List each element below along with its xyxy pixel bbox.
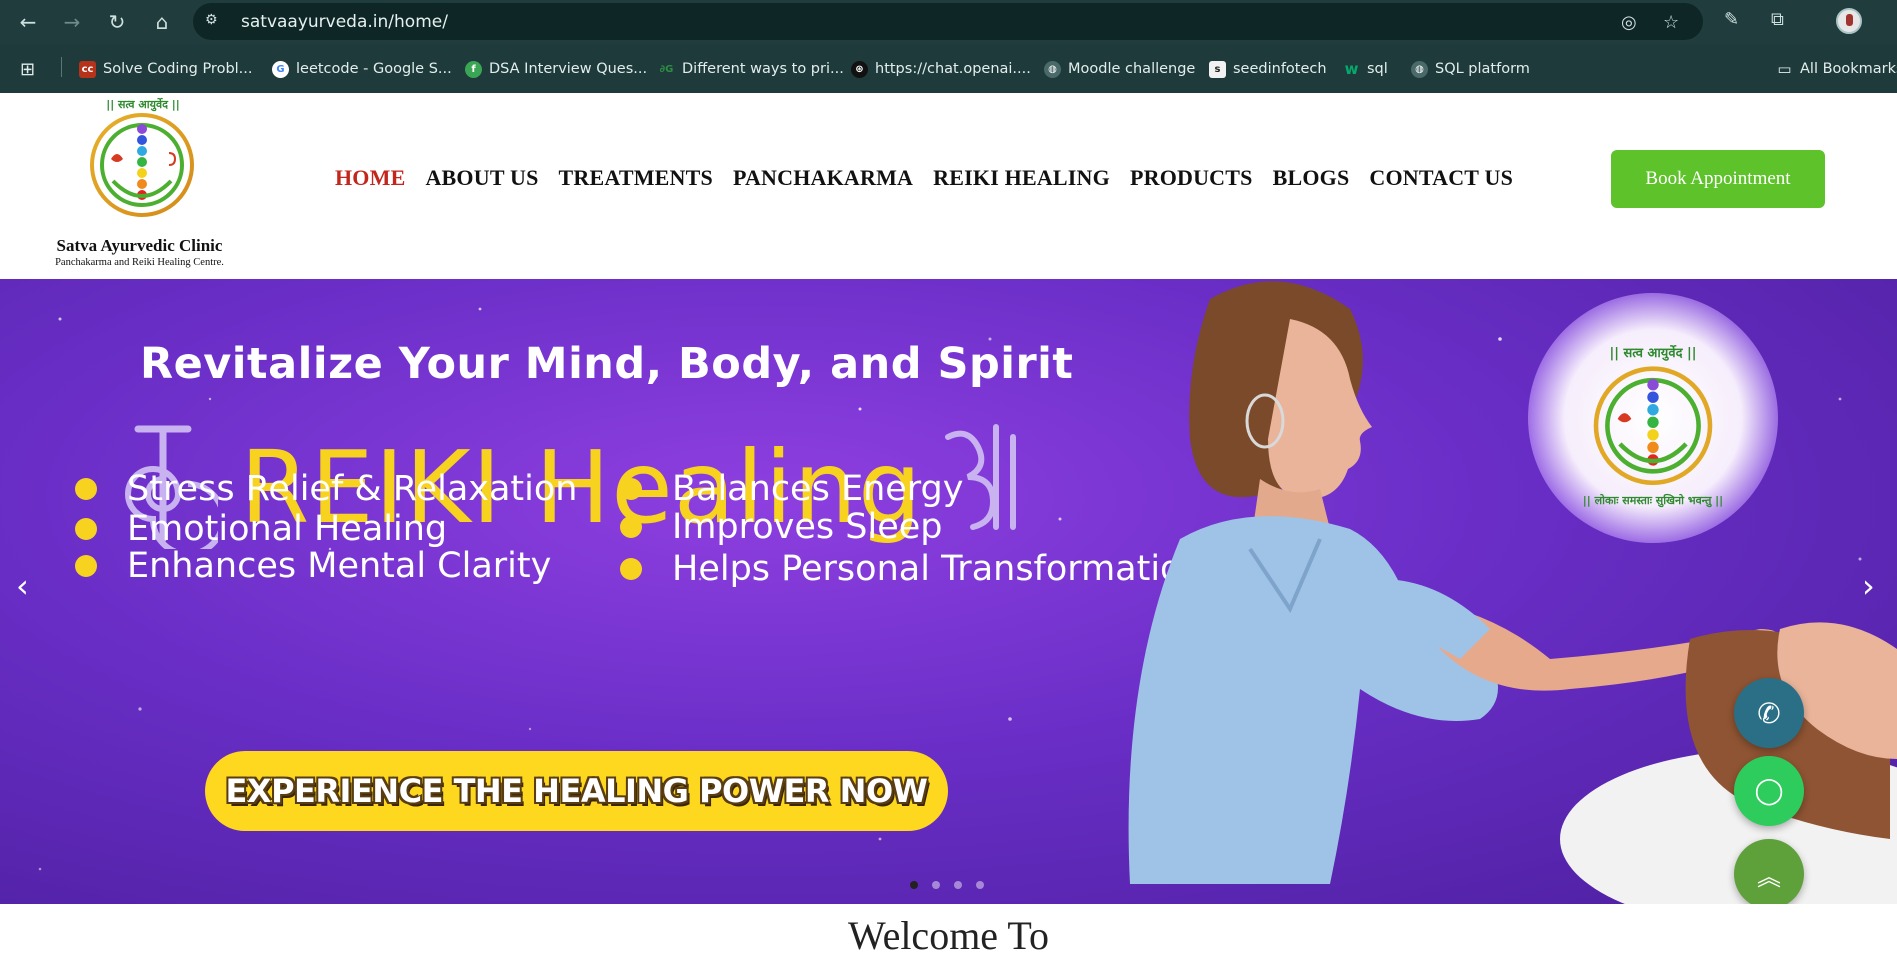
url-text[interactable]: satvaayurveda.in/home/ <box>241 12 448 32</box>
home-icon[interactable]: ⌂ <box>148 8 176 36</box>
extensions-icon[interactable]: ⧉ <box>1771 9 1784 30</box>
bookmarks-bar: cc Solve Coding Probl... G leetcode - Go… <box>0 50 1897 86</box>
openai-icon: ⊛ <box>851 60 868 78</box>
nav-treatments[interactable]: TREATMENTS <box>559 165 713 191</box>
benefit-text: Enhances Mental Clarity <box>127 546 552 586</box>
hero-logo-ring-text: || लोकाः समस्ताः सुखिनो भवन्तु || <box>1582 494 1724 507</box>
site-info-icon[interactable]: ⚙ <box>205 12 225 32</box>
phone-call-button[interactable]: ✆ <box>1734 678 1804 748</box>
bookmark-item[interactable]: s seedinfotech <box>1209 58 1327 80</box>
clinic-subtitle: Panchakarma and Reiki Healing Centre. <box>55 257 224 268</box>
slider-dot[interactable] <box>910 881 918 889</box>
slider-dot[interactable] <box>932 881 940 889</box>
hero-logo-emblem-icon <box>1593 366 1713 486</box>
benefit-text: Emotional Healing <box>127 509 448 549</box>
bullet-icon <box>620 478 642 500</box>
bookmark-item[interactable]: ◍ Moodle challenge <box>1044 58 1195 80</box>
hero-logo-sanskrit-top: || सत्व आयुर्वेद || <box>1609 346 1697 361</box>
bookmark-star-icon[interactable]: ☆ <box>1663 12 1679 33</box>
nav-home[interactable]: HOME <box>335 165 405 191</box>
address-bar[interactable]: ⚙ satvaayurveda.in/home/ ◎ ☆ <box>193 3 1703 40</box>
back-icon[interactable]: ← <box>14 8 42 36</box>
bookmark-item[interactable]: cc Solve Coding Probl... <box>79 58 253 80</box>
cc-icon: cc <box>79 60 96 78</box>
bookmark-label: sql <box>1367 61 1388 77</box>
main-nav: HOME ABOUT US TREATMENTS PANCHAKARMA REI… <box>335 165 1513 191</box>
hero-glow-logo: || सत्व आयुर्वेद || || लोकाः समस्ताः सुख… <box>1528 293 1778 543</box>
bookmark-label: Moodle challenge <box>1068 61 1196 77</box>
browser-toolbar: ← → ↻ ⌂ ⚙ satvaayurveda.in/home/ ◎ ☆ ✎ ⧉ <box>0 0 1897 44</box>
all-bookmarks[interactable]: ▭ All Bookmarks <box>1776 58 1897 80</box>
eyedropper-icon[interactable]: ✎ <box>1724 9 1739 30</box>
bullet-icon <box>620 558 642 580</box>
hero-tagline: Revitalize Your Mind, Body, and Spirit <box>140 339 1074 389</box>
nav-contact-us[interactable]: CONTACT US <box>1369 165 1513 191</box>
nav-panchakarma[interactable]: PANCHAKARMA <box>733 165 913 191</box>
whatsapp-icon: ◯ <box>1754 776 1784 806</box>
forward-icon[interactable]: → <box>58 8 86 36</box>
bookmark-item[interactable]: f DSA Interview Ques... <box>465 58 647 80</box>
benefit-text: Balances Energy <box>672 469 964 509</box>
gfg-icon: ∂G <box>659 63 674 75</box>
slider-dots <box>910 881 984 889</box>
bookmark-item[interactable]: ◍ SQL platform <box>1411 58 1530 80</box>
hero-slider: Revitalize Your Mind, Body, and Spirit R… <box>0 279 1897 904</box>
site-header: || सत्व आयुर्वेद || Satva Ayurvedic Clin… <box>0 93 1897 279</box>
benefit-item: Balances Energy <box>620 469 963 509</box>
bullet-icon <box>75 478 97 500</box>
nav-products[interactable]: PRODUCTS <box>1130 165 1253 191</box>
benefit-text: Stress Relief & Relaxation <box>127 469 578 509</box>
bookmark-label: leetcode - Google S... <box>296 61 452 77</box>
globe-icon: ◍ <box>1411 60 1428 78</box>
google-icon: G <box>272 60 289 78</box>
dsa-icon: f <box>465 60 482 78</box>
clinic-logo[interactable]: || सत्व आयुर्वेद || Satva Ayurvedic Clin… <box>47 93 237 279</box>
benefit-item: Emotional Healing <box>75 509 447 549</box>
bullet-icon <box>75 518 97 540</box>
double-chevron-up-icon: ︽ <box>1757 862 1781 891</box>
phone-icon: ✆ <box>1757 696 1781 730</box>
scroll-top-button[interactable]: ︽ <box>1734 839 1804 904</box>
all-bookmarks-label: All Bookmarks <box>1800 61 1897 77</box>
logo-emblem-icon <box>90 113 194 217</box>
slider-prev-arrow[interactable]: ‹ <box>16 567 29 605</box>
nav-reiki-healing[interactable]: REIKI HEALING <box>933 165 1110 191</box>
globe-icon: ◍ <box>1044 60 1061 78</box>
slider-next-arrow[interactable]: › <box>1862 567 1875 605</box>
bookmark-item[interactable]: w sql <box>1343 58 1388 80</box>
book-appointment-button[interactable]: Book Appointment <box>1611 150 1825 208</box>
benefit-text: Improves Sleep <box>672 507 943 547</box>
benefit-item: Stress Relief & Relaxation <box>75 469 577 509</box>
w3-icon: w <box>1344 59 1359 78</box>
bookmark-item[interactable]: ⊛ https://chat.openai.... <box>851 58 1031 80</box>
bullet-icon <box>620 516 642 538</box>
nav-blogs[interactable]: BLOGS <box>1273 165 1350 191</box>
clinic-name: Satva Ayurvedic Clinic <box>56 236 223 255</box>
seed-icon: s <box>1209 60 1226 78</box>
bullet-icon <box>75 555 97 577</box>
bookmark-label: seedinfotech <box>1233 61 1327 77</box>
bookmark-label: DSA Interview Ques... <box>489 61 648 77</box>
benefit-item: Improves Sleep <box>620 507 943 547</box>
experience-healing-cta-button[interactable]: EXPERIENCE THE HEALING POWER NOW <box>205 751 948 831</box>
nav-about-us[interactable]: ABOUT US <box>425 165 538 191</box>
folder-icon: ▭ <box>1777 59 1792 78</box>
bookmark-item[interactable]: ∂G Different ways to pri... <box>658 58 844 80</box>
slider-dot[interactable] <box>954 881 962 889</box>
reload-icon[interactable]: ↻ <box>103 8 131 36</box>
benefit-item: Enhances Mental Clarity <box>75 546 551 586</box>
bookmark-item[interactable]: G leetcode - Google S... <box>272 58 452 80</box>
slider-dot[interactable] <box>976 881 984 889</box>
browser-chrome: ← → ↻ ⌂ ⚙ satvaayurveda.in/home/ ◎ ☆ ✎ ⧉… <box>0 0 1897 93</box>
bookmark-label: https://chat.openai.... <box>875 61 1031 77</box>
bookmark-label: SQL platform <box>1435 61 1530 77</box>
logo-sanskrit-top: || सत्व आयुर्वेद || <box>106 98 180 111</box>
bookmark-label: Different ways to pri... <box>682 61 844 77</box>
bookmark-label: Solve Coding Probl... <box>103 61 253 77</box>
profile-avatar[interactable] <box>1836 8 1862 34</box>
whatsapp-button[interactable]: ◯ <box>1734 756 1804 826</box>
eye-off-icon[interactable]: ◎ <box>1621 12 1637 33</box>
